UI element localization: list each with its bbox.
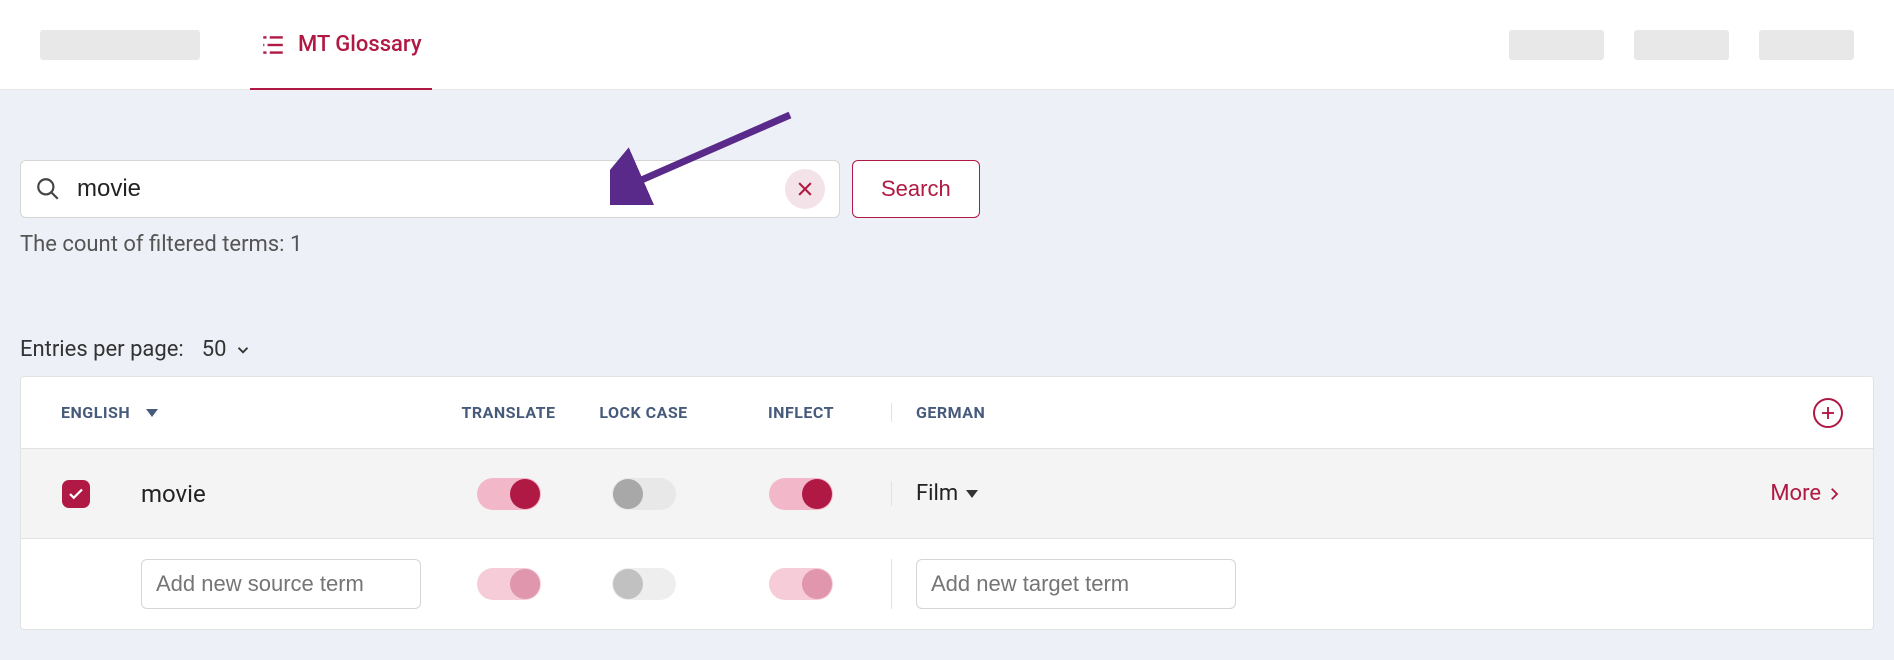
glossary-list-icon: [260, 32, 286, 58]
translate-toggle[interactable]: [477, 568, 541, 600]
search-row: Search: [20, 160, 1874, 218]
tab-placeholder[interactable]: [40, 30, 200, 60]
entries-per-page-row: Entries per page: 50: [20, 337, 1874, 362]
chevron-down-icon: [234, 341, 252, 359]
plus-icon: [1819, 404, 1837, 422]
tab-placeholder[interactable]: [1634, 30, 1729, 60]
add-source-term-input[interactable]: [141, 559, 421, 609]
chevron-right-icon: [1825, 485, 1843, 503]
search-box: [20, 160, 840, 218]
row-checkbox[interactable]: [62, 480, 90, 508]
translate-header: TRANSLATE: [441, 403, 576, 422]
target-term: Film: [916, 481, 958, 506]
add-language-button[interactable]: [1813, 398, 1843, 428]
search-button[interactable]: Search: [852, 160, 980, 218]
filter-count-text: The count of filtered terms: 1: [20, 232, 1874, 257]
close-icon: [795, 179, 815, 199]
source-term: movie: [141, 480, 206, 508]
table-add-row: [21, 539, 1873, 629]
target-language-label: GERMAN: [916, 403, 985, 422]
source-language-label: ENGLISH: [61, 403, 130, 422]
inflect-header: INFLECT: [711, 403, 891, 422]
lock-case-toggle[interactable]: [612, 478, 676, 510]
table-row: movie Film More: [21, 449, 1873, 539]
inflect-toggle[interactable]: [769, 478, 833, 510]
entries-per-page-label: Entries per page:: [20, 337, 184, 362]
glossary-table: ENGLISH TRANSLATE LOCK CASE INFLECT GERM…: [20, 376, 1874, 630]
caret-down-icon: [966, 490, 978, 498]
search-icon: [35, 176, 61, 202]
target-term-dropdown[interactable]: Film: [916, 481, 978, 506]
top-bar-right: [1509, 30, 1854, 60]
tab-placeholder[interactable]: [1759, 30, 1854, 60]
add-target-term-input[interactable]: [916, 559, 1236, 609]
inflect-toggle[interactable]: [769, 568, 833, 600]
top-bar: MT Glossary: [0, 0, 1894, 90]
more-button[interactable]: More: [1770, 481, 1843, 506]
lock-case-toggle[interactable]: [612, 568, 676, 600]
tab-label: MT Glossary: [298, 32, 422, 57]
entries-per-page-value: 50: [202, 337, 227, 362]
lock-case-header: LOCK CASE: [576, 403, 711, 422]
search-input[interactable]: [77, 175, 785, 203]
tab-mt-glossary[interactable]: MT Glossary: [250, 2, 432, 92]
caret-down-icon: [146, 409, 158, 417]
table-header-row: ENGLISH TRANSLATE LOCK CASE INFLECT GERM…: [21, 377, 1873, 449]
clear-search-button[interactable]: [785, 169, 825, 209]
more-label: More: [1770, 481, 1821, 506]
check-icon: [67, 485, 85, 503]
target-language-header: GERMAN: [891, 403, 1743, 422]
translate-toggle[interactable]: [477, 478, 541, 510]
entries-per-page-select[interactable]: 50: [202, 337, 253, 362]
page-body: Search The count of filtered terms: 1 En…: [0, 90, 1894, 660]
source-language-header[interactable]: ENGLISH: [61, 403, 158, 422]
tab-placeholder[interactable]: [1509, 30, 1604, 60]
